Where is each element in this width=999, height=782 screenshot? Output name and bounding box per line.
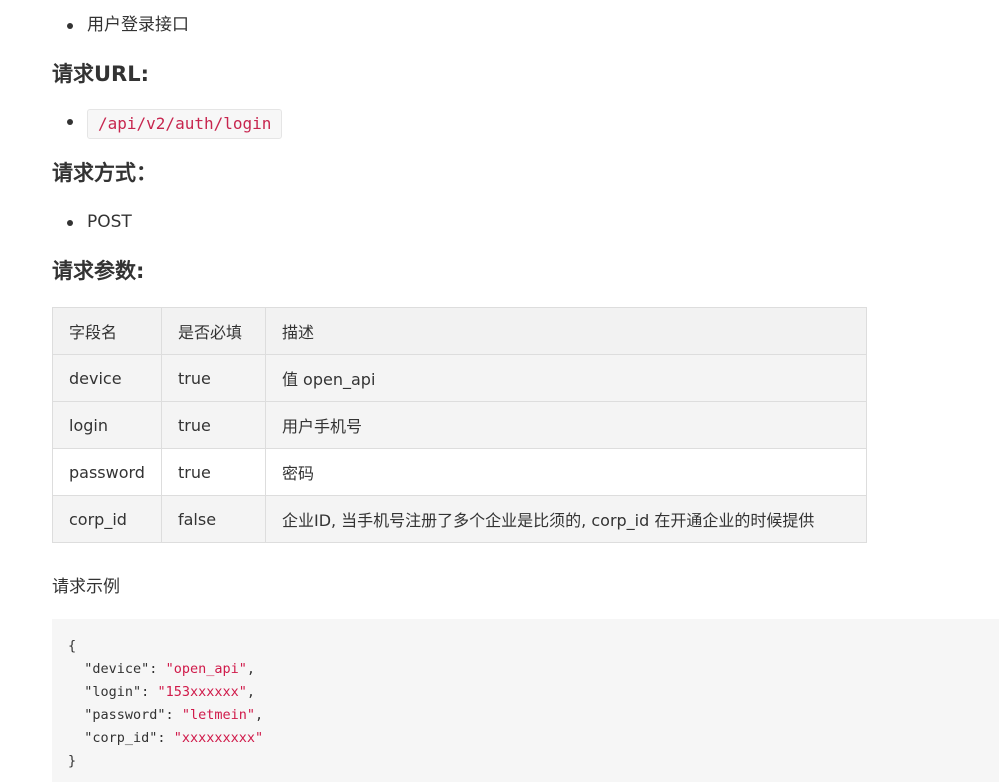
code-close-brace: } xyxy=(68,753,77,769)
description-cell: 企业ID, 当手机号注册了多个企业是比须的, corp_id 在开通企业的时候提… xyxy=(264,495,867,543)
required-cell: false xyxy=(160,495,266,543)
code-key: "login" xyxy=(84,684,142,700)
code-key: "device" xyxy=(84,661,150,677)
table-row: device true 值 open_api xyxy=(52,354,867,402)
field-cell: login xyxy=(52,401,162,449)
code-separator: , xyxy=(254,707,264,723)
code-separator: , xyxy=(246,661,255,677)
url-list: /api/v2/auth/login xyxy=(52,109,283,139)
required-cell: true xyxy=(160,354,266,402)
column-header-required: 是否必填 xyxy=(160,307,266,355)
table-header-row: 字段名 是否必填 描述 xyxy=(52,307,867,355)
code-key: "password" xyxy=(84,707,166,723)
url-heading: 请求URL: xyxy=(52,62,150,86)
description-cell: 密码 xyxy=(264,448,867,496)
method-heading: 请求方式： xyxy=(52,161,157,185)
method-list: POST xyxy=(52,210,132,234)
description-cell: 值 open_api xyxy=(264,354,867,402)
column-header-description: 描述 xyxy=(264,307,867,355)
example-label: 请求示例 xyxy=(52,577,120,597)
code-key: "corp_id" xyxy=(84,730,158,746)
code-value: "letmein" xyxy=(181,707,255,723)
code-value: "xxxxxxxxx" xyxy=(173,730,264,746)
table-row: login true 用户手机号 xyxy=(52,401,867,449)
intro-list: 用户登录接口 xyxy=(52,13,189,37)
request-url-code: /api/v2/auth/login xyxy=(87,109,283,139)
required-cell: true xyxy=(160,448,266,496)
code-value: "153xxxxxx" xyxy=(157,684,247,700)
url-item: /api/v2/auth/login xyxy=(52,109,283,139)
column-header-field: 字段名 xyxy=(52,307,162,355)
table-row: corp_id false 企业ID, 当手机号注册了多个企业是比须的, cor… xyxy=(52,495,867,543)
intro-bullet: 用户登录接口 xyxy=(52,13,189,37)
description-cell: 用户手机号 xyxy=(264,401,867,449)
table-row: password true 密码 xyxy=(52,448,867,496)
required-cell: true xyxy=(160,401,266,449)
code-open-brace: { xyxy=(68,638,77,654)
code-separator: , xyxy=(246,684,255,700)
params-heading: 请求参数: xyxy=(52,259,145,283)
field-cell: device xyxy=(52,354,162,402)
field-cell: password xyxy=(52,448,162,496)
method-item: POST xyxy=(52,210,132,234)
example-code-block: { "device": "open_api", "login": "153xxx… xyxy=(52,619,999,782)
params-table: 字段名 是否必填 描述 device true 值 open_api login… xyxy=(52,307,867,543)
code-value: "open_api" xyxy=(165,661,247,677)
field-cell: corp_id xyxy=(52,495,162,543)
